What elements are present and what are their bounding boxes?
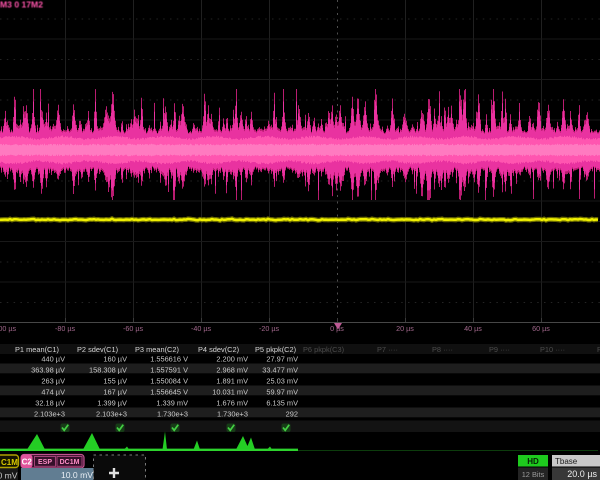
svg-text:M3 0 17M2: M3 0 17M2 — [0, 0, 43, 10]
svg-text:292: 292 — [286, 410, 298, 419]
svg-text:Tbase: Tbase — [555, 457, 578, 466]
svg-text:1.550084 V: 1.550084 V — [150, 377, 188, 386]
svg-text:P5 pkpk(C2): P5 pkpk(C2) — [255, 345, 296, 354]
svg-text:32.18 µV: 32.18 µV — [35, 399, 65, 408]
svg-text:-20 µs: -20 µs — [259, 324, 280, 333]
svg-text:167 µV: 167 µV — [103, 388, 127, 397]
svg-text:DC1M: DC1M — [60, 459, 80, 466]
svg-text:C2: C2 — [22, 458, 33, 467]
svg-text:363.98 µV: 363.98 µV — [31, 366, 65, 375]
svg-text:2.103e+3: 2.103e+3 — [96, 410, 127, 419]
svg-text:12 Bits: 12 Bits — [522, 470, 545, 479]
svg-text:440 µV: 440 µV — [41, 355, 65, 364]
svg-text:60 µs: 60 µs — [532, 324, 550, 333]
svg-text:1.557591 V: 1.557591 V — [150, 366, 188, 375]
svg-text:158.308 µV: 158.308 µV — [89, 366, 127, 375]
svg-text:P7 ····: P7 ···· — [377, 345, 398, 354]
svg-text:-80 µs: -80 µs — [55, 324, 76, 333]
svg-text:1.730e+3: 1.730e+3 — [217, 410, 248, 419]
svg-text:-40 µs: -40 µs — [191, 324, 212, 333]
svg-text:474 µV: 474 µV — [41, 388, 65, 397]
svg-text:C1M: C1M — [1, 458, 18, 467]
svg-text:1.676 mV: 1.676 mV — [216, 399, 248, 408]
svg-text:1.399 µV: 1.399 µV — [97, 399, 127, 408]
svg-text:P3 mean(C2): P3 mean(C2) — [135, 345, 179, 354]
svg-text:0 mV: 0 mV — [0, 471, 18, 480]
svg-text:P1 mean(C1): P1 mean(C1) — [15, 345, 59, 354]
svg-text:P4 sdev(C2): P4 sdev(C2) — [198, 345, 239, 354]
svg-text:2.103e+3: 2.103e+3 — [34, 410, 65, 419]
svg-text:160 µV: 160 µV — [103, 355, 127, 364]
svg-text:P2 sdev(C1): P2 sdev(C1) — [77, 345, 118, 354]
svg-text:1.556616 V: 1.556616 V — [150, 355, 188, 364]
svg-text:P9 ····: P9 ···· — [489, 345, 510, 354]
svg-text:20 µs: 20 µs — [396, 324, 414, 333]
svg-text:ESP: ESP — [38, 459, 52, 466]
svg-text:40 µs: 40 µs — [464, 324, 482, 333]
svg-text:59.97 mV: 59.97 mV — [266, 388, 298, 397]
svg-text:263 µV: 263 µV — [41, 377, 65, 386]
svg-text:P6 pkpk(C3): P6 pkpk(C3) — [303, 345, 344, 354]
svg-text:6.135 mV: 6.135 mV — [266, 399, 298, 408]
svg-text:1.556645 V: 1.556645 V — [150, 388, 188, 397]
svg-text:1.730e+3: 1.730e+3 — [157, 410, 188, 419]
svg-text:27.97 mV: 27.97 mV — [266, 355, 298, 364]
svg-text:10.0 mV: 10.0 mV — [61, 470, 93, 480]
svg-text:P8 ····: P8 ···· — [432, 345, 453, 354]
svg-text:25.03 mV: 25.03 mV — [266, 377, 298, 386]
svg-text:2.968 mV: 2.968 mV — [216, 366, 248, 375]
svg-text:20.0 µs: 20.0 µs — [567, 469, 597, 479]
svg-text:1.339 mV: 1.339 mV — [156, 399, 188, 408]
svg-text:-60 µs: -60 µs — [123, 324, 144, 333]
svg-text:33.477 mV: 33.477 mV — [262, 366, 298, 375]
svg-text:P10 ····: P10 ···· — [540, 345, 565, 354]
svg-text:-100 µs: -100 µs — [0, 324, 16, 333]
svg-text:155 µV: 155 µV — [103, 377, 127, 386]
svg-text:1.891 mV: 1.891 mV — [216, 377, 248, 386]
svg-text:10.031 mV: 10.031 mV — [212, 388, 248, 397]
svg-text:HD: HD — [527, 457, 539, 466]
svg-text:2.200 mV: 2.200 mV — [216, 355, 248, 364]
